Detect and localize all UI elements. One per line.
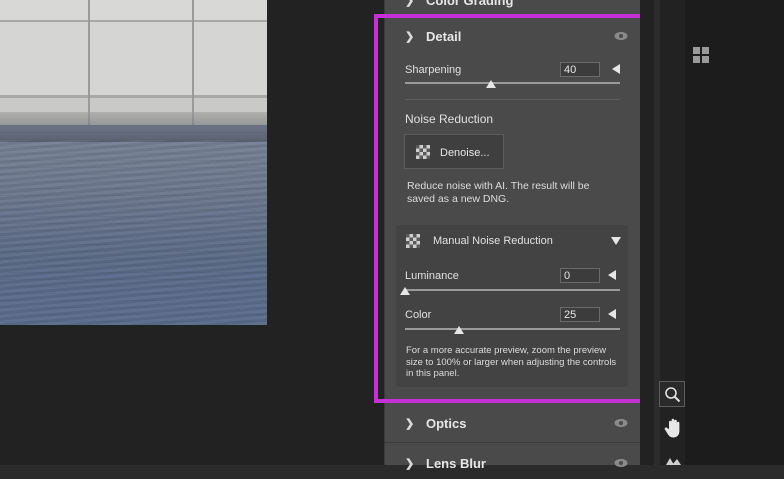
- eye-icon[interactable]: [614, 457, 628, 469]
- section-lens-blur[interactable]: ❯ Lens Blur: [385, 449, 641, 479]
- zoom-icon: [665, 387, 681, 403]
- photo-floor: [0, 140, 267, 325]
- tool-column: [685, 0, 784, 465]
- highlight-box: [374, 14, 644, 403]
- photo-wall-shadow: [0, 112, 267, 142]
- chevron-right-icon: ❯: [405, 0, 415, 7]
- grid-view-icon[interactable]: [693, 47, 709, 63]
- hand-tool-icon[interactable]: [664, 417, 684, 439]
- divider: [385, 442, 641, 443]
- section-title: Lens Blur: [426, 456, 486, 471]
- photo-wall: [0, 0, 267, 125]
- right-toolbar: [640, 0, 784, 465]
- photo-canvas[interactable]: [0, 0, 384, 465]
- tool-icon[interactable]: [664, 456, 682, 465]
- chevron-right-icon: ❯: [405, 458, 415, 470]
- photo-preview: [0, 0, 267, 325]
- section-title: Optics: [426, 416, 467, 431]
- chevron-right-icon: ❯: [405, 418, 415, 430]
- eye-icon[interactable]: [614, 417, 628, 429]
- zoom-button[interactable]: [659, 381, 685, 407]
- section-title: Color Grading: [426, 0, 514, 8]
- section-optics[interactable]: ❯ Optics: [385, 409, 641, 439]
